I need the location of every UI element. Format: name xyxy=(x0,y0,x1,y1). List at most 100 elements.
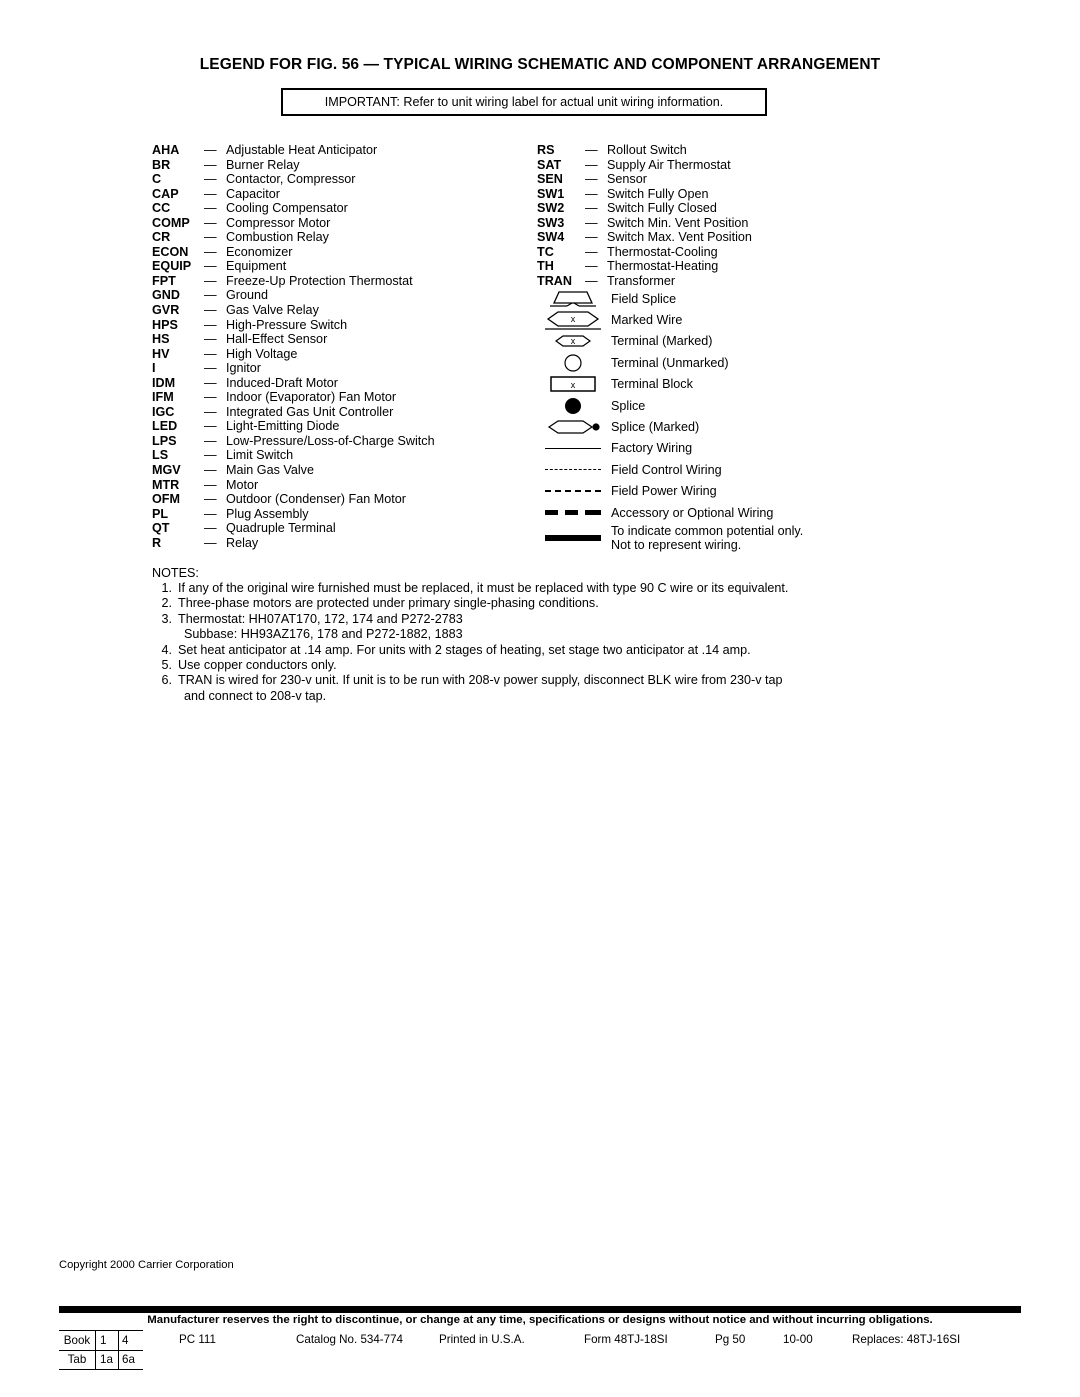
note-number: 1. xyxy=(161,581,172,595)
factory-wiring-icon xyxy=(537,438,609,459)
legend-dash: — xyxy=(204,303,217,318)
legend-dash: — xyxy=(585,259,598,274)
splice-marked-icon xyxy=(537,416,609,437)
legend-abbreviation: IFM xyxy=(152,390,174,405)
symbol-legend-row: Accessory or Optional Wiring xyxy=(537,502,803,523)
symbol-legend-row: Terminal (Unmarked) xyxy=(537,352,803,373)
legend-description: Sensor xyxy=(607,172,647,187)
legend-abbreviation: LS xyxy=(152,448,169,463)
legend-row: GND — Ground xyxy=(152,288,435,303)
legend-dash: — xyxy=(204,186,217,201)
legend-row: CAP — Capacitor xyxy=(152,187,435,202)
legend-dash: — xyxy=(204,143,217,157)
legend-abbreviation: OFM xyxy=(152,492,180,507)
meta-form: Form 48TJ-18SI xyxy=(584,1333,668,1346)
legend-row: PL — Plug Assembly xyxy=(152,507,435,522)
legend-dash: — xyxy=(204,201,217,216)
note-item: 1. If any of the original wire furnished … xyxy=(152,581,952,596)
legend-dash: — xyxy=(204,361,217,376)
legend-description: Compressor Motor xyxy=(226,215,331,230)
meta-replaces: Replaces: 48TJ-16SI xyxy=(852,1333,961,1346)
legend-abbreviation: C xyxy=(152,172,162,187)
symbol-legend-label: Marked Wire xyxy=(611,313,683,328)
legend-abbreviation: GVR xyxy=(152,303,180,318)
legend-abbreviation: MGV xyxy=(152,463,181,478)
legend-dash: — xyxy=(204,332,217,347)
legend-abbreviation: SW1 xyxy=(537,186,565,201)
symbol-legend-label: Terminal Block xyxy=(611,377,693,392)
legend-description: Induced-Draft Motor xyxy=(226,375,338,390)
symbol-legend-row: Splice (Marked) xyxy=(537,416,803,437)
symbol-legend-row: x Marked Wire xyxy=(537,309,803,330)
legend-row: RS — Rollout Switch xyxy=(537,143,752,158)
legend-abbreviation: HPS xyxy=(152,317,178,332)
tab-label: Tab xyxy=(67,1353,87,1366)
note-number: 5. xyxy=(161,658,172,673)
legend-abbreviation: SW4 xyxy=(537,230,565,245)
legend-description: Cooling Compensator xyxy=(226,201,348,216)
legend-dash: — xyxy=(204,477,217,492)
legend-description: Equipment xyxy=(226,259,287,274)
important-note-text: IMPORTANT: Refer to unit wiring label fo… xyxy=(324,95,724,109)
note-number: 2. xyxy=(161,596,172,611)
legend-description: Rollout Switch xyxy=(607,143,687,157)
legend-left-column: AHA — Adjustable Heat Anticipator BR — Burner… xyxy=(152,143,435,550)
field-control-wiring-icon xyxy=(537,459,609,480)
legend-description: High Voltage xyxy=(226,346,298,361)
legend-row: R — Relay xyxy=(152,536,435,551)
legend-row: QT — Quadruple Terminal xyxy=(152,521,435,536)
legend-description: Limit Switch xyxy=(226,448,294,463)
svg-text:x: x xyxy=(571,380,576,390)
legend-row: AHA — Adjustable Heat Anticipator xyxy=(152,143,435,158)
note-item: 5. Use copper conductors only. xyxy=(152,658,952,673)
legend-row: SAT — Supply Air Thermostat xyxy=(537,158,752,173)
legend-dash: — xyxy=(585,215,598,230)
legend-row: IDM — Induced-Draft Motor xyxy=(152,376,435,391)
legend-abbreviation: COMP xyxy=(152,215,190,230)
legend-abbreviation: IDM xyxy=(152,375,176,390)
accessory-wiring-icon xyxy=(537,502,609,523)
legend-abbreviation: SW2 xyxy=(537,201,565,216)
book-tab-vrule-1 xyxy=(95,1330,96,1370)
terminal-block-icon: x xyxy=(537,374,609,395)
legend-dash: — xyxy=(585,143,598,157)
legend-description: Transformer xyxy=(607,273,676,288)
note-text: Use copper conductors only. xyxy=(178,658,337,673)
tab-value-2: 6a xyxy=(122,1353,135,1366)
legend-row: FPT — Freeze-Up Protection Thermostat xyxy=(152,274,435,289)
terminal-marked-icon: x xyxy=(537,331,609,352)
symbol-legend: Field Splice x Marked Wire x Terminal (Marke… xyxy=(537,288,803,553)
note-item: 3. Thermostat: HH07AT170, 172, 174 and P2… xyxy=(152,612,952,627)
note-item: 6. TRAN is wired for 230-v unit. If unit … xyxy=(152,673,952,688)
common-potential-icon xyxy=(537,528,609,549)
legend-description: Relay xyxy=(226,535,259,550)
legend-row: OFM — Outdoor (Condenser) Fan Motor xyxy=(152,492,435,507)
legend-row: LED — Light-Emitting Diode xyxy=(152,419,435,434)
legend-description: Motor xyxy=(226,477,259,492)
symbol-legend-row: Factory Wiring xyxy=(537,438,803,459)
symbol-legend-row: Field Power Wiring xyxy=(537,481,803,502)
legend-abbreviation: EQUIP xyxy=(152,259,192,274)
legend-abbreviation: RS xyxy=(537,143,555,157)
symbol-legend-label: Splice (Marked) xyxy=(611,420,700,435)
legend-description: Low-Pressure/Loss-of-Charge Switch xyxy=(226,433,435,448)
legend-dash: — xyxy=(204,346,217,361)
legend-abbreviation: CAP xyxy=(152,186,179,201)
legend-description: Thermostat-Cooling xyxy=(607,244,718,259)
legend-description: Quadruple Terminal xyxy=(226,521,336,536)
legend-dash: — xyxy=(204,492,217,507)
legend-abbreviation: MTR xyxy=(152,477,180,492)
manufacturer-statement: Manufacturer reserves the right to disco… xyxy=(147,1314,933,1326)
legend-description: Thermostat-Heating xyxy=(607,259,719,274)
legend-abbreviation: R xyxy=(152,535,162,550)
symbol-legend-row: Field Splice xyxy=(537,288,803,309)
legend-abbreviation: PL xyxy=(152,506,169,521)
footer-divider-bar xyxy=(59,1306,1021,1313)
legend-dash: — xyxy=(585,172,598,187)
legend-abbreviation: FPT xyxy=(152,273,176,288)
book-tab-vrule-2 xyxy=(118,1330,119,1370)
note-item: 2. Three-phase motors are protected under… xyxy=(152,596,952,611)
legend-row: EQUIP — Equipment xyxy=(152,259,435,274)
legend-abbreviation: LPS xyxy=(152,433,177,448)
terminal-unmarked-icon xyxy=(537,352,609,373)
